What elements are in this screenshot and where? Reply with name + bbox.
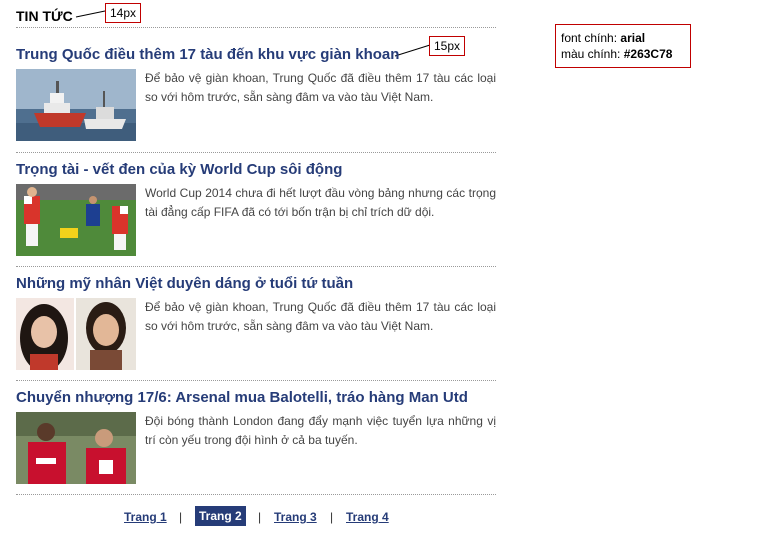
article-divider (16, 380, 496, 381)
article-item: Trung Quốc điều thêm 17 tàu đến khu vực … (16, 46, 496, 141)
style-info-box: font chính: arial màu chính: #263C78 (555, 24, 691, 68)
article-summary: Để bảo vệ giàn khoan, Trung Quốc đã điều… (145, 300, 496, 333)
page-separator: | (179, 510, 183, 524)
page-3-link[interactable]: Trang 3 (274, 510, 317, 524)
article-item: Chuyển nhượng 17/6: Arsenal mua Balotell… (16, 389, 496, 484)
page-4-link[interactable]: Trang 4 (346, 510, 389, 524)
page-1-link[interactable]: Trang 1 (124, 510, 167, 524)
article-item: Những mỹ nhân Việt duyên dáng ở tuổi tứ … (16, 275, 496, 370)
color-label: màu chính: (561, 47, 621, 61)
article-title-link[interactable]: Trung Quốc điều thêm 17 tàu đến khu vực … (16, 46, 496, 64)
page-separator: | (330, 510, 334, 524)
article-divider (16, 494, 496, 495)
article-summary: Đội bóng thành London đang đẩy mạnh việc… (145, 414, 496, 447)
article-item: Trọng tài - vết đen của kỳ World Cup sôi… (16, 161, 496, 256)
page-separator: | (258, 510, 262, 524)
ships-at-sea-image[interactable] (16, 69, 136, 141)
two-women-portrait-image[interactable] (16, 298, 136, 370)
article-title-link[interactable]: Những mỹ nhân Việt duyên dáng ở tuổi tứ … (16, 275, 496, 293)
article-title-link[interactable]: Chuyển nhượng 17/6: Arsenal mua Balotell… (16, 389, 496, 407)
font-value: arial (620, 31, 646, 45)
article-summary: Để bảo vệ giàn khoan, Trung Quốc đã điều… (145, 71, 496, 104)
color-value: #263C78 (623, 47, 673, 61)
article-summary: World Cup 2014 chưa đi hết lượt đầu vòng… (145, 186, 496, 219)
article-divider (16, 152, 496, 153)
title-size-annotation: 14px (105, 3, 142, 23)
article-divider (16, 266, 496, 267)
red-jersey-players-image[interactable] (16, 412, 136, 484)
font-label: font chính: (561, 31, 618, 45)
pagination: Trang 1 | Trang 2 | Trang 3 | Trang 4 (0, 506, 768, 528)
page-2-current[interactable]: Trang 2 (195, 506, 246, 526)
football-match-image[interactable] (16, 184, 136, 256)
article-title-link[interactable]: Trọng tài - vết đen của kỳ World Cup sôi… (16, 161, 496, 179)
